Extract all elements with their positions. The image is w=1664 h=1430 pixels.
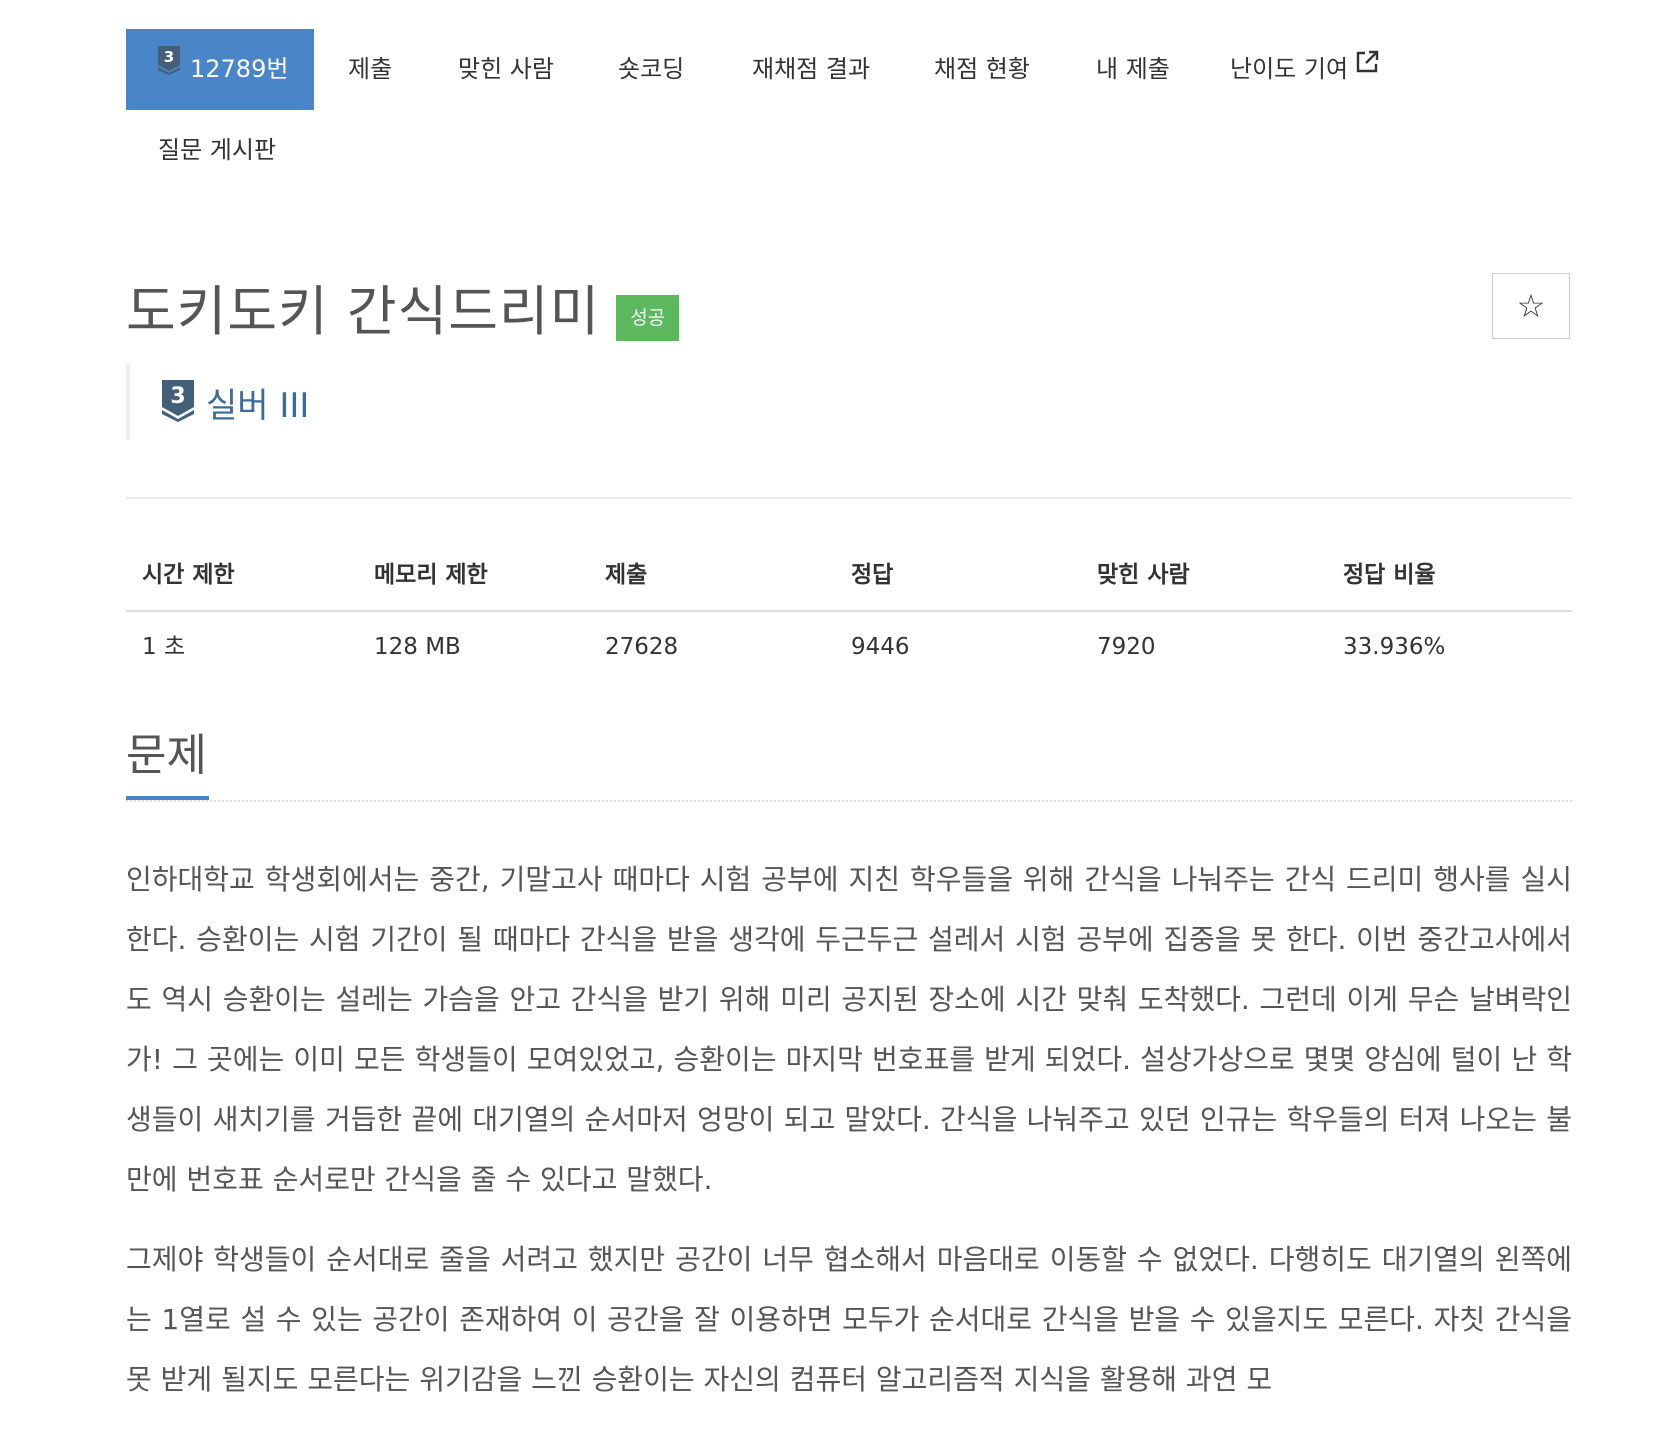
- silver-tier-badge-icon: 3: [160, 378, 196, 426]
- problem-title: 도키도키 간식드리미: [126, 280, 601, 343]
- tab-difficulty-contribution-label: 난이도 기여: [1230, 55, 1349, 83]
- tab-rejudge-results-label: 재채점 결과: [752, 55, 871, 83]
- tab-difficulty-contribution[interactable]: 난이도 기여: [1230, 29, 1380, 110]
- tab-solved-users[interactable]: 맞힌 사람: [458, 29, 554, 110]
- tab-my-submissions-label: 내 제출: [1096, 55, 1170, 83]
- tab-solved-users-label: 맞힌 사람: [458, 55, 554, 83]
- header-solved-users: 맞힌 사람: [1097, 562, 1190, 588]
- external-link-icon: [1354, 27, 1380, 108]
- tier-label[interactable]: 실버 III: [206, 378, 309, 427]
- table-header-row: 시간 제한 메모리 제한 제출 정답 맞힌 사람 정답 비율: [126, 540, 1572, 612]
- problem-section-header: 문제: [126, 722, 1572, 802]
- tab-submit[interactable]: 제출: [348, 29, 392, 110]
- tab-problem-number-label: 12789번: [190, 55, 289, 83]
- status-badge: 성공: [616, 295, 680, 341]
- star-button[interactable]: ☆: [1492, 273, 1570, 339]
- tab-question-board-label: 질문 게시판: [158, 136, 277, 164]
- section-title: 문제: [126, 722, 209, 800]
- description-paragraph: 그제야 학생들이 순서대로 줄을 서려고 했지만 공간이 너무 협소해서 마음대…: [126, 1243, 1572, 1396]
- star-outline-icon: ☆: [1516, 287, 1546, 325]
- value-time-limit: 1 초: [142, 634, 186, 660]
- silver-tier-badge-icon: 3: [156, 27, 182, 108]
- problem-nav: 3 12789번 제출 맞힌 사람 숏코딩 재채점 결과 채점 현황 내 제출 …: [126, 29, 1572, 199]
- header-time-limit: 시간 제한: [142, 562, 235, 588]
- problem-info-table: 시간 제한 메모리 제한 제출 정답 맞힌 사람 정답 비율 1 초 128 M…: [126, 540, 1572, 682]
- tab-question-board[interactable]: 질문 게시판: [158, 110, 276, 191]
- value-submissions: 27628: [605, 634, 679, 660]
- value-accepted: 9446: [851, 634, 910, 660]
- svg-text:3: 3: [170, 384, 185, 409]
- svg-text:3: 3: [164, 48, 174, 66]
- tab-short-coding-label: 숏코딩: [618, 55, 685, 83]
- tab-my-submissions[interactable]: 내 제출: [1096, 29, 1170, 110]
- problem-tier: 3 실버 III: [126, 364, 309, 440]
- value-accept-ratio: 33.936%: [1343, 634, 1446, 660]
- value-solved-users: 7920: [1097, 634, 1156, 660]
- header-accept-ratio: 정답 비율: [1343, 562, 1436, 588]
- table-row: 1 초 128 MB 27628 9446 7920 33.936%: [126, 612, 1572, 682]
- tab-judge-status-label: 채점 현황: [934, 55, 1030, 83]
- tab-problem-number[interactable]: 3 12789번: [126, 29, 314, 110]
- tab-rejudge-results[interactable]: 재채점 결과: [752, 29, 870, 110]
- tab-short-coding[interactable]: 숏코딩: [618, 29, 684, 110]
- value-memory-limit: 128 MB: [374, 634, 461, 660]
- tab-submit-label: 제출: [348, 55, 393, 83]
- tab-judge-status[interactable]: 채점 현황: [934, 29, 1030, 110]
- problem-description: 인하대학교 학생회에서는 중간, 기말고사 때마다 시험 공부에 지친 학우들을…: [126, 850, 1572, 1430]
- header-submissions: 제출: [605, 562, 648, 588]
- problem-title-row: 도키도키 간식드리미 성공: [126, 272, 680, 352]
- divider: [126, 497, 1572, 499]
- header-accepted: 정답: [851, 562, 894, 588]
- header-memory-limit: 메모리 제한: [374, 562, 488, 588]
- description-paragraph: 인하대학교 학생회에서는 중간, 기말고사 때마다 시험 공부에 지친 학우들을…: [126, 863, 1572, 1196]
